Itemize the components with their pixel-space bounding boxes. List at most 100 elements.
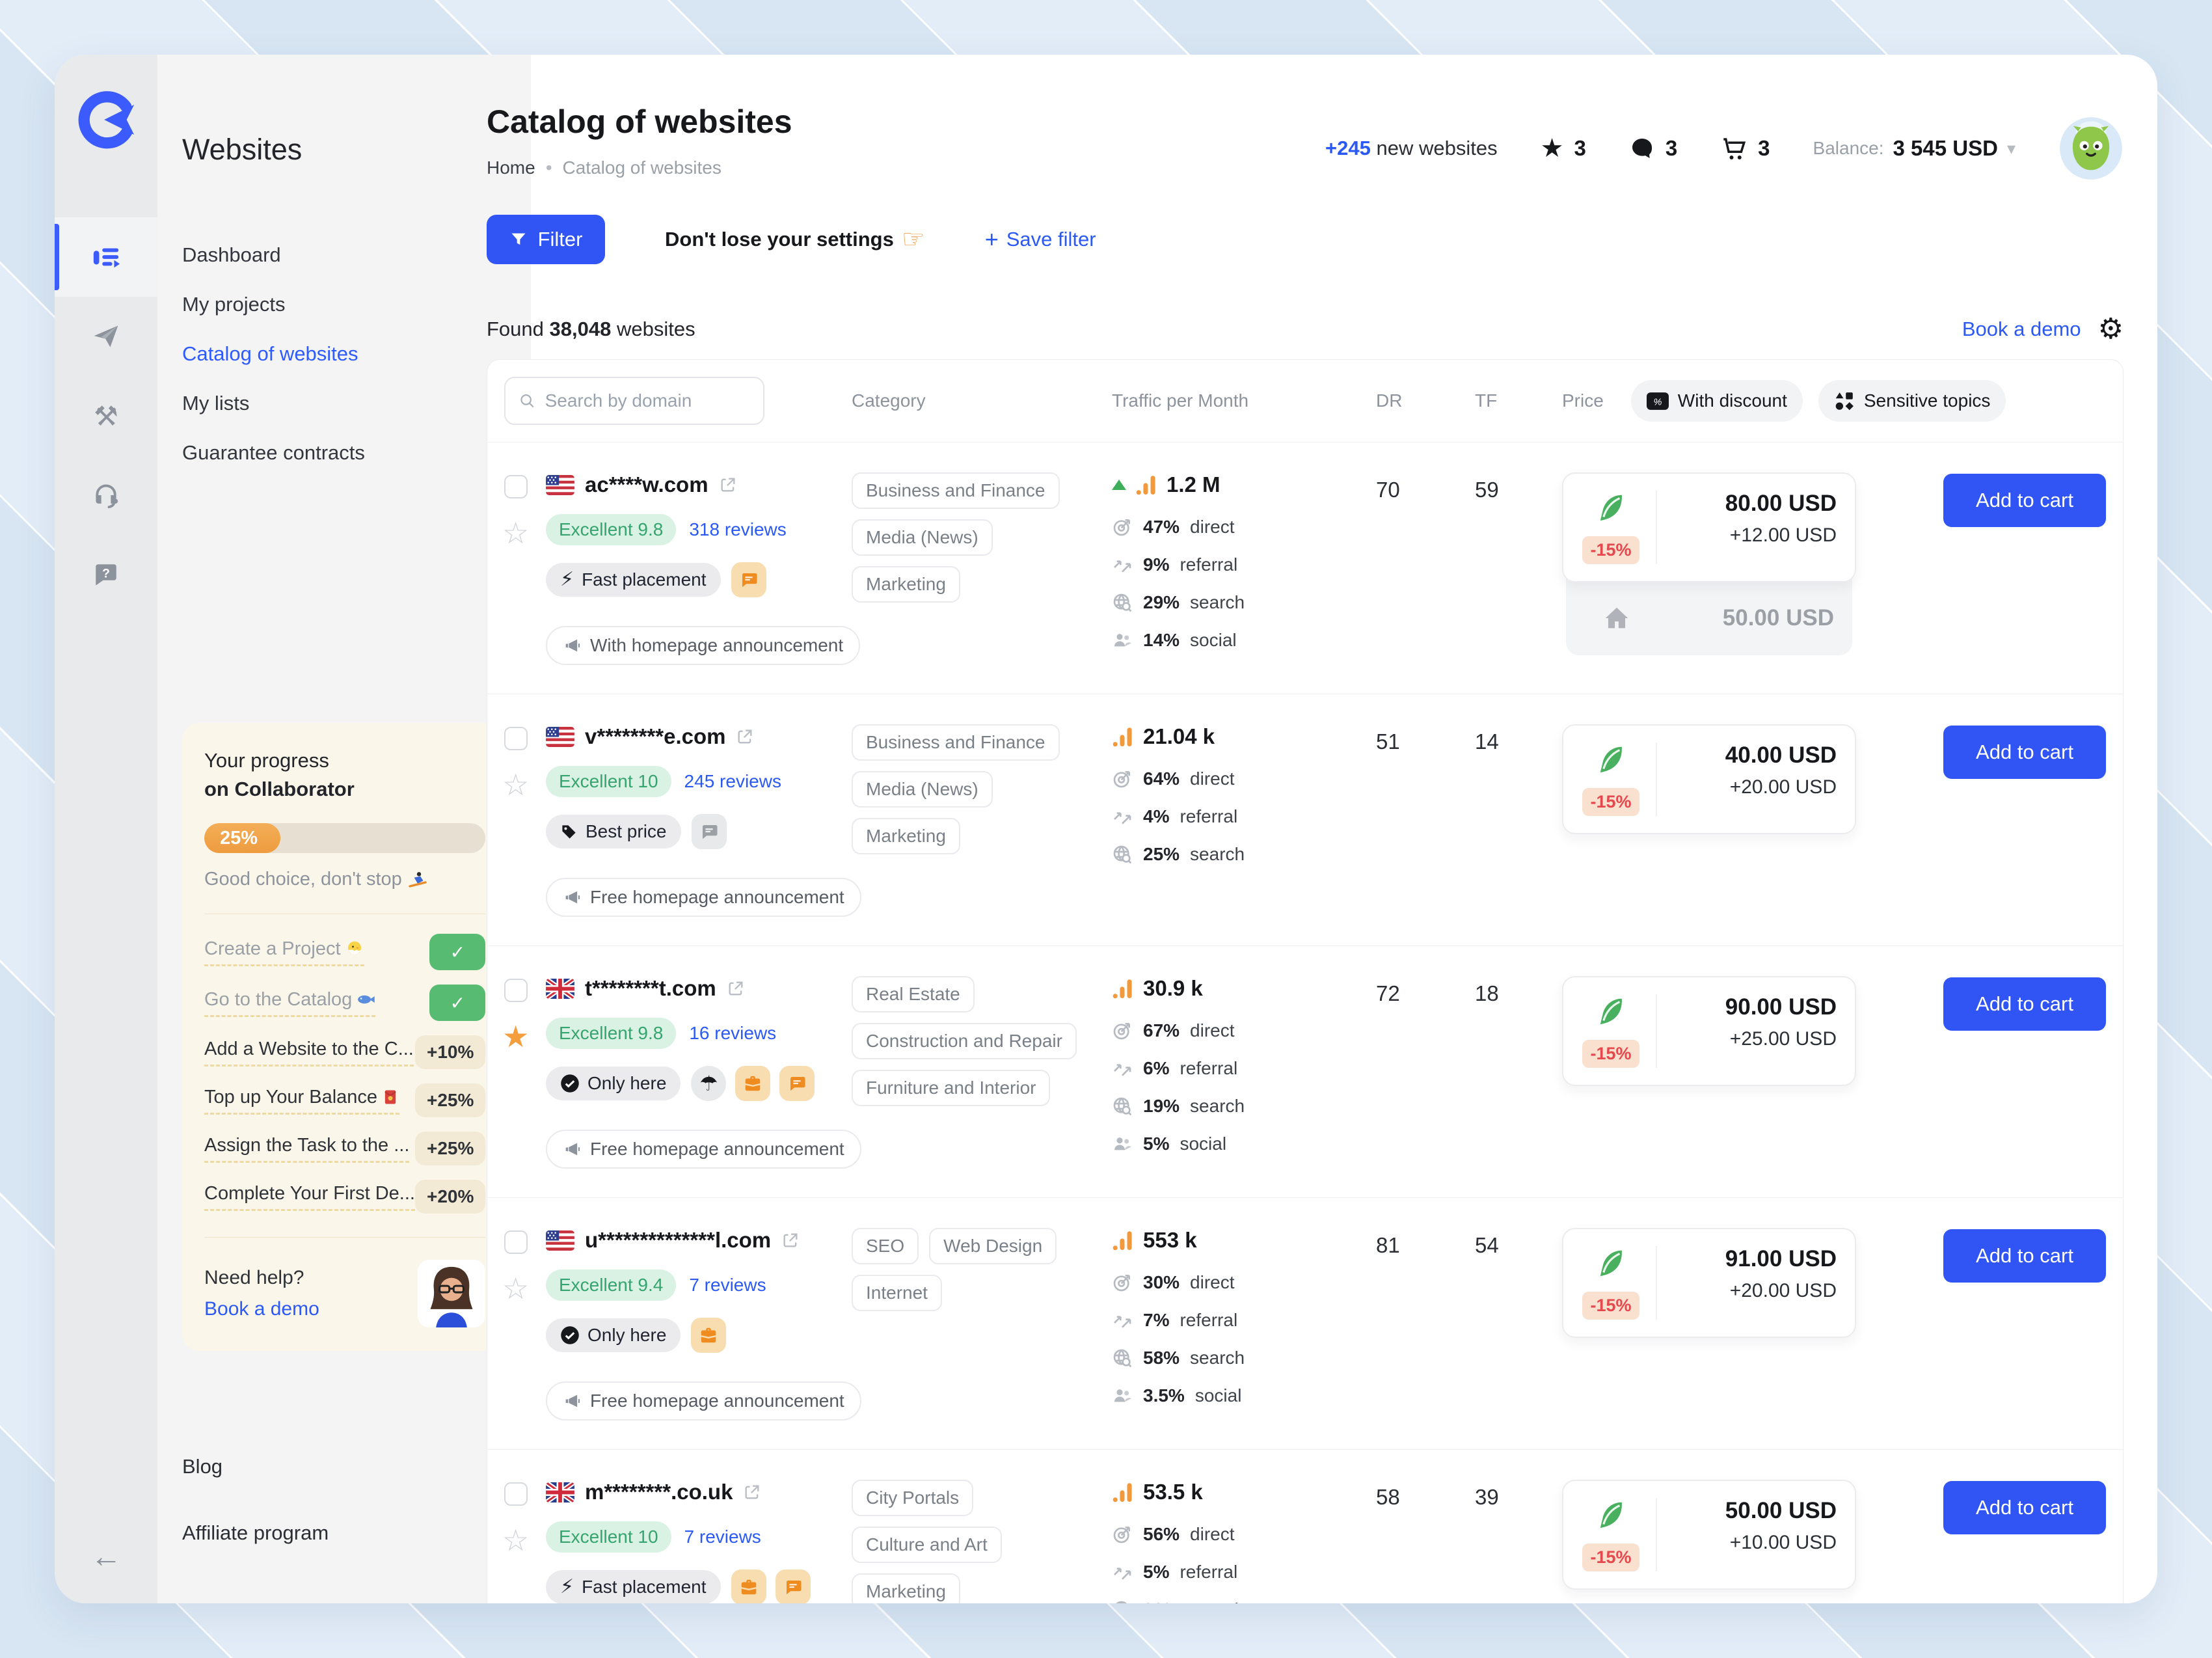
table-row: ★ t********t.com Excellent 9.8 16 review…	[487, 945, 2123, 1197]
rating-badge: Excellent 9.8	[546, 514, 676, 545]
balance[interactable]: Balance: 3 545 USD ▾	[1813, 136, 2016, 161]
breadcrumb-home[interactable]: Home	[487, 157, 535, 178]
favorite-star-icon[interactable]: ☆	[502, 770, 546, 800]
price-card: -15% 50.00 USD +10.00 USD	[1562, 1480, 1856, 1590]
sensitive-topics-toggle[interactable]: Sensitive topics	[1818, 380, 2006, 422]
collapse-sidebar-button[interactable]: ←	[90, 1539, 122, 1575]
task-row[interactable]: Add a Website to the C... +10%	[204, 1035, 485, 1069]
search-icon	[1112, 1599, 1133, 1603]
category-list: City PortalsCulture and ArtMarketing	[852, 1480, 1112, 1603]
article-feather-icon	[1593, 742, 1628, 778]
price-extra: +20.00 USD	[1674, 776, 1837, 798]
reviews-link[interactable]: 16 reviews	[689, 1023, 776, 1044]
announcement-badge: With homepage announcement	[546, 626, 860, 665]
messages-counter[interactable]: 3	[1629, 135, 1677, 161]
domain-name[interactable]: t********t.com	[585, 976, 716, 1001]
main-content: Catalog of websites Home • Catalog of we…	[453, 55, 2157, 1603]
gear-icon[interactable]: ⚙	[2098, 315, 2124, 344]
reviews-link[interactable]: 318 reviews	[689, 519, 786, 540]
traffic-cell: 1.2 M 47%direct9%referral29%search14%soc…	[1112, 472, 1354, 651]
favorite-star-icon[interactable]: ★	[502, 1022, 546, 1052]
favorites-counter[interactable]: ★3	[1541, 135, 1586, 161]
social-icon	[1112, 1134, 1133, 1154]
rail-item-help[interactable]: ?	[55, 535, 157, 614]
traffic-breakdown-line: 9%referral	[1112, 554, 1354, 575]
tf-value: 59	[1451, 472, 1562, 502]
search-icon	[1112, 1096, 1133, 1117]
search-icon	[519, 391, 536, 411]
add-to-cart-button[interactable]: Add to cart	[1943, 1229, 2106, 1283]
search-box[interactable]	[504, 377, 764, 425]
book-demo-link[interactable]: Book a demo	[204, 1298, 319, 1320]
task-row[interactable]: Create a Project ✓	[204, 934, 485, 970]
domain-name[interactable]: m********.co.uk	[585, 1480, 733, 1504]
filter-button[interactable]: Filter	[487, 215, 605, 264]
rail-item-dashboard[interactable]	[55, 217, 157, 297]
domain-name[interactable]: u**************l.com	[585, 1228, 771, 1253]
price-card: -15% 91.00 USD +20.00 USD	[1562, 1228, 1856, 1338]
feed-icon	[91, 242, 121, 272]
task-row[interactable]: Go to the Catalog ✓	[204, 985, 485, 1021]
content-header: Catalog of websites Home • Catalog of we…	[487, 103, 2124, 181]
new-websites-counter[interactable]: +245 new websites	[1325, 137, 1498, 160]
domain-name[interactable]: ac****w.com	[585, 472, 708, 497]
task-row[interactable]: Top up Your Balance +25%	[204, 1083, 485, 1117]
favorite-star-icon[interactable]: ☆	[502, 1525, 546, 1555]
favorite-star-icon[interactable]: ☆	[502, 1273, 546, 1303]
tf-value: 14	[1451, 724, 1562, 754]
row-checkbox[interactable]	[504, 727, 528, 750]
external-link-icon[interactable]	[727, 979, 745, 998]
row-checkbox[interactable]	[504, 475, 528, 498]
add-to-cart-button[interactable]: Add to cart	[1943, 726, 2106, 779]
external-link-icon[interactable]	[781, 1231, 800, 1249]
add-to-cart-button[interactable]: Add to cart	[1943, 977, 2106, 1031]
reviews-link[interactable]: 7 reviews	[689, 1275, 766, 1296]
task-row[interactable]: Complete Your First De... +20%	[204, 1180, 485, 1214]
chat-badge	[692, 814, 727, 849]
with-discount-toggle[interactable]: % With discount	[1631, 380, 1803, 422]
category-badge: Internet	[852, 1275, 942, 1311]
row-checkbox[interactable]	[504, 1230, 528, 1254]
traffic-breakdown-line: 5%social	[1112, 1134, 1354, 1154]
save-filter-button[interactable]: + Save filter	[985, 226, 1096, 253]
announcement-badge: Free homepage announcement	[546, 1381, 861, 1420]
cart-counter[interactable]: 3	[1720, 135, 1770, 162]
direct-icon	[1112, 768, 1133, 789]
price-card: -15% 80.00 USD +12.00 USD 50.00 USD	[1562, 472, 1856, 655]
rail-item-tools[interactable]: ⚒	[55, 376, 157, 455]
column-header-category: Category	[852, 390, 1112, 411]
rail-item-support[interactable]	[55, 455, 157, 535]
traffic-breakdown-line: 3.5%social	[1112, 1385, 1354, 1406]
favorite-star-icon[interactable]: ☆	[502, 518, 546, 548]
price-main: 50.00 USD	[1674, 1498, 1837, 1524]
domain-name[interactable]: v********e.com	[585, 724, 725, 749]
page-background: ⚒ ? ← Websites Dashboard My projects Cat…	[0, 0, 2212, 1658]
briefcase-badge	[735, 1066, 770, 1101]
row-checkbox[interactable]	[504, 979, 528, 1002]
task-label: Create a Project	[204, 938, 364, 966]
traffic-breakdown-line: 7%referral	[1112, 1310, 1354, 1331]
price-card: -15% 90.00 USD +25.00 USD	[1562, 976, 1856, 1086]
dr-value: 58	[1354, 1480, 1451, 1510]
referral-icon	[1112, 1310, 1133, 1331]
app-logo-icon[interactable]	[55, 55, 157, 185]
external-link-icon[interactable]	[743, 1483, 761, 1501]
reviews-link[interactable]: 245 reviews	[684, 771, 781, 792]
search-input[interactable]	[545, 390, 750, 411]
traffic-breakdown-line: 25%search	[1112, 844, 1354, 865]
reviews-link[interactable]: 7 reviews	[684, 1527, 761, 1547]
discount-badge: -15%	[1582, 788, 1639, 816]
rail-item-projects[interactable]	[55, 297, 157, 376]
row-checkbox[interactable]	[504, 1482, 528, 1506]
cart-icon	[1720, 135, 1747, 162]
star-icon: ★	[1541, 135, 1564, 161]
add-to-cart-button[interactable]: Add to cart	[1943, 474, 2106, 527]
book-demo-link-top[interactable]: Book a demo	[1962, 318, 2081, 341]
add-to-cart-button[interactable]: Add to cart	[1943, 1481, 2106, 1534]
user-avatar[interactable]	[2058, 116, 2124, 181]
task-row[interactable]: Assign the Task to the ... +25%	[204, 1132, 485, 1165]
external-link-icon[interactable]	[719, 476, 737, 494]
external-link-icon[interactable]	[736, 727, 754, 746]
task-label: Complete Your First De...	[204, 1183, 415, 1211]
traffic-bars-icon	[1112, 1229, 1134, 1251]
